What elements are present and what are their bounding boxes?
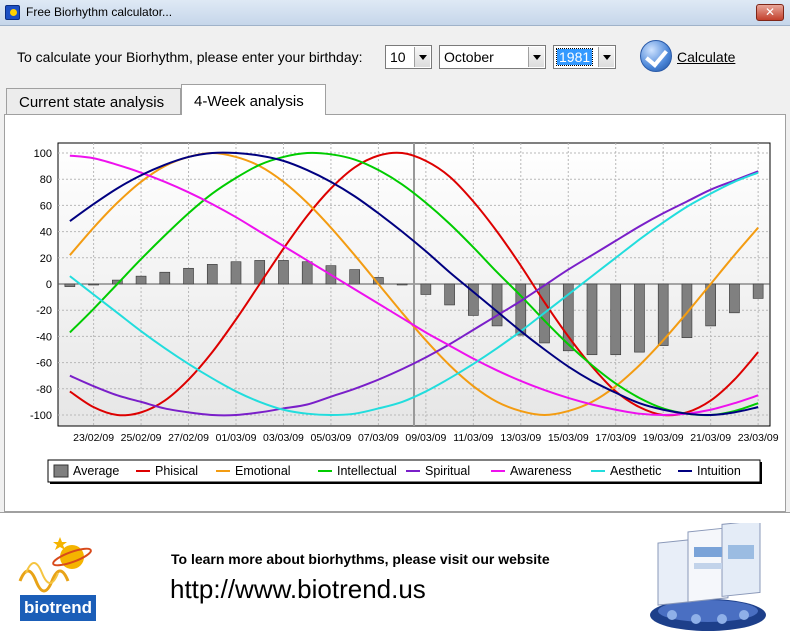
chevron-down-icon[interactable] bbox=[598, 47, 614, 67]
average-bar bbox=[420, 283, 432, 295]
legend-label-aesthetic: Aesthetic bbox=[610, 464, 661, 478]
average-bar bbox=[183, 267, 194, 285]
legend-label-spiritual: Spiritual bbox=[425, 464, 470, 478]
x-tick-label: 05/03/09 bbox=[310, 432, 351, 444]
month-select[interactable]: October bbox=[439, 45, 546, 69]
tab-four-week[interactable]: 4-Week analysis bbox=[181, 84, 326, 115]
x-tick-label: 01/03/09 bbox=[216, 432, 257, 444]
y-tick-label: 20 bbox=[40, 253, 52, 265]
chevron-down-icon[interactable] bbox=[414, 47, 430, 67]
logo-text: biotrend bbox=[20, 595, 96, 621]
average-bar bbox=[705, 283, 716, 327]
average-bar bbox=[681, 283, 693, 339]
x-tick-label: 11/03/09 bbox=[453, 432, 493, 444]
y-tick-label: 60 bbox=[40, 200, 52, 212]
average-bar bbox=[444, 283, 455, 306]
average-bar bbox=[88, 283, 99, 286]
average-bar bbox=[64, 283, 76, 287]
average-bar bbox=[491, 283, 503, 327]
x-tick-label: 17/03/09 bbox=[595, 432, 636, 444]
average-bar bbox=[301, 261, 313, 285]
x-tick-label: 15/03/09 bbox=[548, 432, 589, 444]
x-tick-label: 21/03/09 bbox=[690, 432, 731, 444]
x-tick-label: 23/03/09 bbox=[738, 432, 779, 444]
y-tick-label: 100 bbox=[34, 148, 52, 160]
chart-panel: 100 80 60 40 20 0 -20 -40 -60 -80 -100 23/02/09 25/0… bbox=[4, 114, 786, 512]
title-bar: Free Biorhythm calculator... ✕ bbox=[0, 0, 790, 26]
average-bar bbox=[135, 275, 147, 285]
y-tick-label: -40 bbox=[36, 331, 52, 343]
x-tick-label: 03/03/09 bbox=[263, 432, 304, 444]
legend-label-intellectual: Intellectual bbox=[337, 464, 397, 478]
tab-current-state[interactable]: Current state analysis bbox=[6, 88, 181, 115]
legend-label-emotional: Emotional bbox=[235, 464, 291, 478]
x-tick-label: 07/03/09 bbox=[358, 432, 399, 444]
y-tick-label: 40 bbox=[40, 227, 52, 239]
biotrend-logo[interactable]: biotrend bbox=[18, 533, 98, 623]
average-bar bbox=[396, 283, 408, 286]
app-icon bbox=[5, 5, 20, 20]
year-value: 1981 bbox=[555, 48, 594, 66]
calculate-button[interactable]: Calculate bbox=[640, 40, 740, 74]
y-tick-label: -80 bbox=[36, 384, 52, 396]
birthday-prompt: To calculate your Biorhythm, please ente… bbox=[17, 49, 363, 65]
x-tick-label: 25/02/09 bbox=[121, 432, 162, 444]
average-bar bbox=[230, 261, 242, 285]
calculate-label[interactable]: Calculate bbox=[677, 49, 735, 65]
logo-graphic bbox=[18, 537, 92, 593]
y-tick-label: -100 bbox=[30, 410, 52, 422]
checkmark-icon[interactable] bbox=[640, 40, 672, 72]
biorhythm-chart: 100 80 60 40 20 0 -20 -40 -60 -80 -100 23/02/09 25/0… bbox=[30, 142, 779, 484]
day-value: 10 bbox=[390, 49, 406, 65]
legend-label-average: Average bbox=[73, 464, 119, 478]
month-value: October bbox=[444, 49, 494, 65]
average-bar bbox=[159, 271, 171, 285]
average-bar bbox=[610, 283, 622, 356]
window-title: Free Biorhythm calculator... bbox=[26, 5, 173, 19]
average-bar bbox=[752, 283, 764, 299]
window-body: To calculate your Biorhythm, please ente… bbox=[0, 26, 790, 640]
y-tick-label: -60 bbox=[36, 358, 52, 370]
product-box-image bbox=[650, 523, 766, 631]
x-tick-label: 23/02/09 bbox=[73, 432, 114, 444]
x-tick-label: 27/02/09 bbox=[168, 432, 209, 444]
x-tick-label: 09/03/09 bbox=[405, 432, 446, 444]
legend-swatch-average bbox=[53, 464, 69, 478]
average-bar bbox=[349, 269, 360, 285]
legend-label-intuition: Intuition bbox=[697, 464, 741, 478]
x-tick-label: 13/03/09 bbox=[500, 432, 541, 444]
day-select[interactable]: 10 bbox=[385, 45, 432, 69]
close-button[interactable]: ✕ bbox=[756, 4, 784, 21]
y-tick-label: 80 bbox=[40, 174, 52, 186]
y-tick-label: -20 bbox=[36, 305, 52, 317]
legend-label-awareness: Awareness bbox=[510, 464, 572, 478]
promo-text: To learn more about biorhythms, please v… bbox=[171, 551, 550, 567]
website-link[interactable]: http://www.biotrend.us bbox=[170, 574, 426, 605]
legend-label-phisical: Phisical bbox=[155, 464, 198, 478]
promo-panel: biotrend To learn more about biorhythms,… bbox=[0, 512, 790, 640]
average-bar bbox=[206, 264, 218, 285]
chevron-down-icon[interactable] bbox=[528, 47, 544, 67]
y-tick-label: 0 bbox=[46, 279, 52, 291]
average-bar bbox=[634, 283, 645, 353]
average-bar bbox=[729, 283, 740, 314]
average-bar bbox=[278, 260, 289, 285]
x-tick-label: 19/03/09 bbox=[643, 432, 684, 444]
year-select[interactable]: 1981 bbox=[553, 45, 616, 69]
average-bar bbox=[586, 283, 598, 356]
